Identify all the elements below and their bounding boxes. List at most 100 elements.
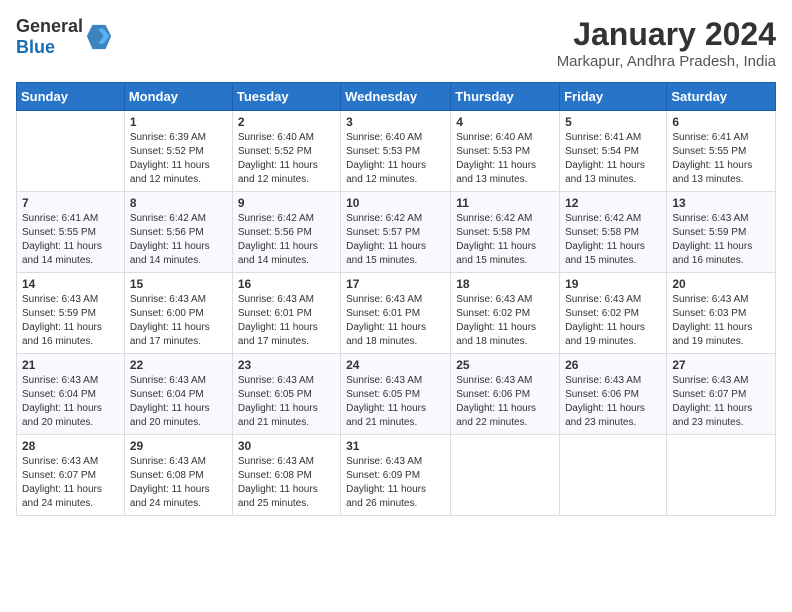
cell-content: Sunrise: 6:42 AMSunset: 5:58 PMDaylight:… (565, 212, 661, 268)
day-number: 11 (456, 196, 554, 210)
calendar-cell: 8 Sunrise: 6:42 AMSunset: 5:56 PMDaylight… (124, 192, 232, 273)
cell-content: Sunrise: 6:41 AMSunset: 5:55 PMDaylight:… (672, 131, 770, 187)
logo-blue: Blue (16, 37, 55, 57)
cell-content: Sunrise: 6:43 AMSunset: 6:04 PMDaylight:… (130, 374, 227, 430)
day-number: 18 (456, 277, 554, 291)
calendar-cell: 30 Sunrise: 6:43 AMSunset: 6:08 PMDayligh… (232, 435, 340, 516)
day-header-sunday: Sunday (17, 83, 125, 111)
calendar-cell: 18 Sunrise: 6:43 AMSunset: 6:02 PMDayligh… (451, 273, 560, 354)
day-number: 29 (130, 439, 227, 453)
cell-content: Sunrise: 6:43 AMSunset: 5:59 PMDaylight:… (672, 212, 770, 268)
day-number: 13 (672, 196, 770, 210)
day-number: 27 (672, 358, 770, 372)
day-number: 2 (238, 115, 335, 129)
calendar-cell (560, 435, 667, 516)
title-area: January 2024 Markapur, Andhra Pradesh, I… (557, 16, 776, 70)
day-number: 17 (346, 277, 445, 291)
day-number: 28 (22, 439, 119, 453)
cell-content: Sunrise: 6:43 AMSunset: 6:01 PMDaylight:… (238, 293, 335, 349)
calendar-cell: 9 Sunrise: 6:42 AMSunset: 5:56 PMDaylight… (232, 192, 340, 273)
week-row-4: 21Sunrise: 6:43 AMSunset: 6:04 PMDayligh… (17, 354, 776, 435)
cell-content: Sunrise: 6:42 AMSunset: 5:58 PMDaylight:… (456, 212, 554, 268)
cell-content: Sunrise: 6:39 AMSunset: 5:52 PMDaylight:… (130, 131, 227, 187)
calendar-cell: 1 Sunrise: 6:39 AMSunset: 5:52 PMDaylight… (124, 111, 232, 192)
week-row-3: 14 Sunrise: 6:43 AMSunset: 5:59 PMDayligh… (17, 273, 776, 354)
calendar-cell: 22Sunrise: 6:43 AMSunset: 6:04 PMDayligh… (124, 354, 232, 435)
cell-content: Sunrise: 6:43 AMSunset: 6:06 PMDaylight:… (456, 374, 554, 430)
cell-content: Sunrise: 6:43 AMSunset: 6:09 PMDaylight:… (346, 455, 445, 511)
cell-content: Sunrise: 6:43 AMSunset: 6:02 PMDaylight:… (456, 293, 554, 349)
logo-text: General Blue (16, 16, 83, 58)
day-header-monday: Monday (124, 83, 232, 111)
calendar-cell (451, 435, 560, 516)
day-number: 14 (22, 277, 119, 291)
day-number: 19 (565, 277, 661, 291)
day-number: 3 (346, 115, 445, 129)
page-header: General Blue January 2024 Markapur, Andh… (16, 16, 776, 70)
day-number: 10 (346, 196, 445, 210)
calendar-cell: 11 Sunrise: 6:42 AMSunset: 5:58 PMDayligh… (451, 192, 560, 273)
day-number: 31 (346, 439, 445, 453)
day-number: 30 (238, 439, 335, 453)
day-number: 6 (672, 115, 770, 129)
month-year: January 2024 (557, 16, 776, 53)
cell-content: Sunrise: 6:43 AMSunset: 6:03 PMDaylight:… (672, 293, 770, 349)
cell-content: Sunrise: 6:43 AMSunset: 6:08 PMDaylight:… (238, 455, 335, 511)
calendar-cell: 23Sunrise: 6:43 AMSunset: 6:05 PMDayligh… (232, 354, 340, 435)
calendar-table: SundayMondayTuesdayWednesdayThursdayFrid… (16, 82, 776, 516)
day-number: 25 (456, 358, 554, 372)
cell-content: Sunrise: 6:43 AMSunset: 6:00 PMDaylight:… (130, 293, 227, 349)
day-number: 23 (238, 358, 335, 372)
calendar-cell: 21Sunrise: 6:43 AMSunset: 6:04 PMDayligh… (17, 354, 125, 435)
week-row-1: 1 Sunrise: 6:39 AMSunset: 5:52 PMDaylight… (17, 111, 776, 192)
cell-content: Sunrise: 6:40 AMSunset: 5:53 PMDaylight:… (346, 131, 445, 187)
calendar-cell: 24 Sunrise: 6:43 AMSunset: 6:05 PMDayligh… (341, 354, 451, 435)
calendar-cell: 5 Sunrise: 6:41 AMSunset: 5:54 PMDaylight… (560, 111, 667, 192)
calendar-cell: 15Sunrise: 6:43 AMSunset: 6:00 PMDayligh… (124, 273, 232, 354)
calendar-cell: 31 Sunrise: 6:43 AMSunset: 6:09 PMDayligh… (341, 435, 451, 516)
week-row-2: 7Sunrise: 6:41 AMSunset: 5:55 PMDaylight… (17, 192, 776, 273)
cell-content: Sunrise: 6:41 AMSunset: 5:55 PMDaylight:… (22, 212, 119, 268)
calendar-cell: 13 Sunrise: 6:43 AMSunset: 5:59 PMDayligh… (667, 192, 776, 273)
cell-content: Sunrise: 6:40 AMSunset: 5:52 PMDaylight:… (238, 131, 335, 187)
calendar-cell: 16 Sunrise: 6:43 AMSunset: 6:01 PMDayligh… (232, 273, 340, 354)
cell-content: Sunrise: 6:42 AMSunset: 5:57 PMDaylight:… (346, 212, 445, 268)
day-header-thursday: Thursday (451, 83, 560, 111)
calendar-cell: 19Sunrise: 6:43 AMSunset: 6:02 PMDayligh… (560, 273, 667, 354)
logo-general: General (16, 16, 83, 36)
day-number: 1 (130, 115, 227, 129)
calendar-cell: 17Sunrise: 6:43 AMSunset: 6:01 PMDayligh… (341, 273, 451, 354)
days-header-row: SundayMondayTuesdayWednesdayThursdayFrid… (17, 83, 776, 111)
calendar-cell: 3 Sunrise: 6:40 AMSunset: 5:53 PMDaylight… (341, 111, 451, 192)
day-number: 5 (565, 115, 661, 129)
calendar-cell: 7Sunrise: 6:41 AMSunset: 5:55 PMDaylight… (17, 192, 125, 273)
calendar-cell: 10 Sunrise: 6:42 AMSunset: 5:57 PMDayligh… (341, 192, 451, 273)
calendar-cell (667, 435, 776, 516)
cell-content: Sunrise: 6:41 AMSunset: 5:54 PMDaylight:… (565, 131, 661, 187)
calendar-cell: 6 Sunrise: 6:41 AMSunset: 5:55 PMDaylight… (667, 111, 776, 192)
day-number: 12 (565, 196, 661, 210)
calendar-cell: 28Sunrise: 6:43 AMSunset: 6:07 PMDayligh… (17, 435, 125, 516)
cell-content: Sunrise: 6:43 AMSunset: 5:59 PMDaylight:… (22, 293, 119, 349)
day-number: 24 (346, 358, 445, 372)
day-number: 4 (456, 115, 554, 129)
day-number: 16 (238, 277, 335, 291)
calendar-cell: 4Sunrise: 6:40 AMSunset: 5:53 PMDaylight… (451, 111, 560, 192)
cell-content: Sunrise: 6:42 AMSunset: 5:56 PMDaylight:… (238, 212, 335, 268)
calendar-cell: 12 Sunrise: 6:42 AMSunset: 5:58 PMDayligh… (560, 192, 667, 273)
calendar-cell: 14 Sunrise: 6:43 AMSunset: 5:59 PMDayligh… (17, 273, 125, 354)
calendar-cell (17, 111, 125, 192)
logo: General Blue (16, 16, 113, 58)
calendar-cell: 2 Sunrise: 6:40 AMSunset: 5:52 PMDaylight… (232, 111, 340, 192)
day-header-saturday: Saturday (667, 83, 776, 111)
calendar-cell: 29Sunrise: 6:43 AMSunset: 6:08 PMDayligh… (124, 435, 232, 516)
day-number: 20 (672, 277, 770, 291)
cell-content: Sunrise: 6:43 AMSunset: 6:07 PMDaylight:… (672, 374, 770, 430)
day-number: 9 (238, 196, 335, 210)
calendar-cell: 26Sunrise: 6:43 AMSunset: 6:06 PMDayligh… (560, 354, 667, 435)
location: Markapur, Andhra Pradesh, India (557, 53, 776, 70)
cell-content: Sunrise: 6:42 AMSunset: 5:56 PMDaylight:… (130, 212, 227, 268)
cell-content: Sunrise: 6:43 AMSunset: 6:05 PMDaylight:… (346, 374, 445, 430)
logo-icon (85, 23, 113, 51)
day-number: 8 (130, 196, 227, 210)
